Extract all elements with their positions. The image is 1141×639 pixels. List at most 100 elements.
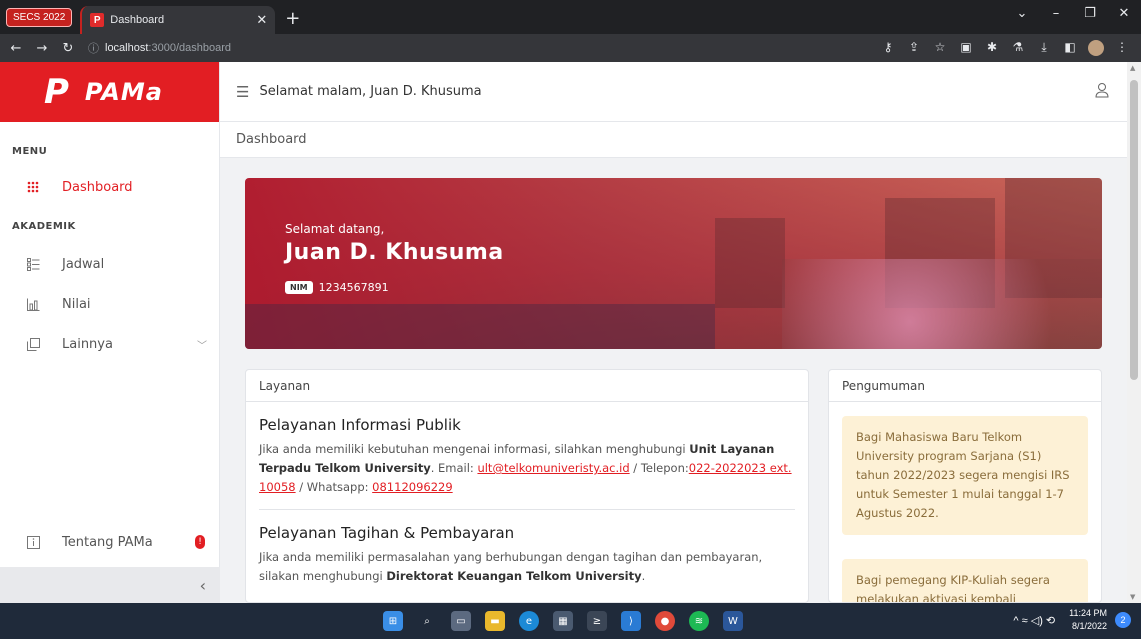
reload-button[interactable]: ↻	[58, 41, 78, 56]
extension-icon[interactable]: ▣	[953, 40, 979, 56]
tab-title: Dashboard	[110, 14, 165, 26]
sidebar-item-dashboard[interactable]: Dashboard	[0, 167, 219, 207]
key-icon[interactable]: ⚷	[875, 40, 901, 56]
forward-button[interactable]: →	[32, 41, 52, 56]
site-info-icon[interactable]: ⓘ	[88, 40, 99, 56]
minimize-button[interactable]: –	[1039, 0, 1073, 26]
sidebar-item-label: Lainnya	[62, 336, 113, 352]
service-item: Pelayanan Informasi Publik Jika anda mem…	[246, 416, 808, 497]
search-icon[interactable]: ⌕	[417, 611, 437, 631]
tab-group-label[interactable]: SECS 2022	[6, 8, 73, 27]
restore-button[interactable]: ❐	[1073, 0, 1107, 26]
edge-icon[interactable]: e	[519, 611, 539, 631]
windows-start-icon[interactable]: ⊞	[383, 611, 403, 631]
nim-badge: NIM	[285, 281, 313, 294]
address-bar-row: ← → ↻ ⓘ localhost :3000/dashboard ⚷ ⇪ ☆ …	[0, 34, 1141, 62]
chevron-left-icon: ‹	[199, 575, 206, 595]
welcome-banner: Selamat datang, Juan D. Khusuma NIM 1234…	[245, 178, 1102, 349]
sidebar-item-label: Nilai	[62, 296, 91, 312]
word-icon[interactable]: W	[723, 611, 743, 631]
sidepanel-icon[interactable]: ◧	[1057, 40, 1083, 56]
task-view-icon[interactable]: ▭	[451, 611, 471, 631]
notification-count-badge[interactable]: 2	[1115, 612, 1131, 628]
close-tab-icon[interactable]: ✕	[256, 12, 267, 28]
scroll-down-icon[interactable]: ▼	[1130, 593, 1135, 601]
file-explorer-icon[interactable]: ▬	[485, 611, 505, 631]
profile-avatar[interactable]	[1088, 40, 1104, 56]
service-item: Pelayanan Tagihan & Pembayaran Jika anda…	[246, 524, 808, 586]
clock[interactable]: 11:24 PM 8/1/2022	[1069, 607, 1107, 633]
divider	[259, 509, 795, 510]
grid-icon	[26, 180, 40, 194]
layanan-card: Layanan Pelayanan Informasi Publik Jika …	[245, 369, 809, 603]
download-icon[interactable]: ⤓	[1031, 40, 1057, 56]
kebab-menu-icon[interactable]: ⋮	[1109, 40, 1135, 56]
copy-icon	[26, 337, 40, 351]
chrome-icon[interactable]: ●	[655, 611, 675, 631]
sidebar-item-nilai[interactable]: Nilai	[0, 284, 219, 324]
windows-taskbar: ⊞ ⌕ ▭ ▬ e ▦ ≥ ⟩ ● ≋ W ^ ≈ ◁) ⟲ 11:24 PM …	[0, 603, 1141, 639]
sidebar-item-label: Dashboard	[62, 179, 133, 195]
back-button[interactable]: ←	[6, 41, 26, 56]
new-tab-button[interactable]: +	[285, 8, 300, 29]
alert-badge: !	[195, 535, 205, 549]
taskbar-apps: ⊞ ⌕ ▭ ▬ e ▦ ≥ ⟩ ● ≋ W	[383, 611, 757, 631]
collapse-sidebar-button[interactable]: ‹	[0, 567, 220, 603]
url-field[interactable]: ⓘ localhost :3000/dashboard	[88, 37, 848, 59]
hamburger-menu-icon[interactable]: ☰	[236, 83, 249, 101]
top-header: ☰ Selamat malam, Juan D. Khusuma	[220, 62, 1127, 122]
sidebar-item-label: Tentang PAMa	[62, 534, 153, 550]
greeting-text: Selamat malam, Juan D. Khusuma	[259, 84, 482, 99]
store-icon[interactable]: ▦	[553, 611, 573, 631]
service-title: Pelayanan Tagihan & Pembayaran	[259, 524, 515, 542]
scroll-up-icon[interactable]: ▲	[1130, 64, 1135, 72]
puzzle-icon[interactable]: ✱	[979, 40, 1005, 56]
sidebar-item-label: Jadwal	[62, 256, 105, 272]
app-logo[interactable]: P PAMa	[0, 62, 219, 122]
sidebar-item-lainnya[interactable]: Lainnya ﹀	[0, 324, 219, 364]
breadcrumb: Dashboard	[220, 122, 1127, 158]
tab-search-icon[interactable]: ⌄	[1005, 0, 1039, 26]
service-description: Jika anda memiliki permasalahan yang ber…	[259, 550, 763, 583]
spotify-icon[interactable]: ≋	[689, 611, 709, 631]
url-path: :3000/dashboard	[148, 42, 231, 54]
announcement-item: Bagi pemegang KIP-Kuliah segera melakuka…	[842, 559, 1088, 602]
page-scrollbar[interactable]: ▲ ▼	[1127, 62, 1141, 603]
user-icon[interactable]	[1095, 82, 1109, 102]
vscode-icon[interactable]: ⟩	[621, 611, 641, 631]
bookmark-star-icon[interactable]: ☆	[927, 40, 953, 56]
terminal-icon[interactable]: ≥	[587, 611, 607, 631]
browser-tab-dashboard[interactable]: P Dashboard ✕	[80, 6, 276, 34]
pama-favicon-icon: P	[90, 13, 105, 27]
nim-row: NIM 1234567891	[285, 281, 389, 294]
chart-icon	[26, 297, 40, 311]
flower-garden-image	[782, 259, 1102, 349]
share-icon[interactable]: ⇪	[901, 40, 927, 56]
time: 11:24 PM	[1069, 608, 1107, 618]
akademik-heading: AKADEMIK	[12, 221, 76, 232]
email-link[interactable]: ult@telkomuniveristy.ac.id	[477, 461, 629, 475]
list-icon	[26, 257, 40, 271]
sidebar: P PAMa MENU Dashboard AKADEMIK Jadwal Ni…	[0, 62, 220, 603]
pengumuman-card: Pengumuman Bagi Mahasiswa Baru Telkom Un…	[828, 369, 1102, 603]
system-tray: ^ ≈ ◁) ⟲ 11:24 PM 8/1/2022 2	[1013, 607, 1131, 633]
sidebar-item-jadwal[interactable]: Jadwal	[0, 244, 219, 284]
tray-icons[interactable]: ^ ≈ ◁) ⟲	[1013, 614, 1055, 627]
sidebar-item-tentang[interactable]: Tentang PAMa !	[0, 522, 219, 562]
service-description: Jika anda memiliki kebutuhan mengenai in…	[259, 442, 792, 494]
date: 8/1/2022	[1071, 621, 1107, 631]
whatsapp-link[interactable]: 08112096229	[372, 480, 452, 494]
info-icon	[26, 535, 40, 549]
flask-icon[interactable]: ⚗	[1005, 40, 1031, 56]
lake-image	[245, 304, 715, 349]
browser-tab-strip: SECS 2022 P Dashboard ✕ + ⌄ – ❐ ✕	[0, 0, 1141, 34]
close-window-button[interactable]: ✕	[1107, 0, 1141, 26]
url-host: localhost	[105, 42, 149, 54]
nim-value: 1234567891	[318, 281, 389, 294]
unit-name: Direktorat Keuangan Telkom University	[386, 569, 642, 583]
extension-toolbar: ⚷ ⇪ ☆ ▣ ✱ ⚗ ⤓ ◧ ⋮	[875, 40, 1135, 56]
chevron-down-icon: ﹀	[197, 340, 207, 352]
card-title: Pengumuman	[829, 370, 1101, 402]
student-name: Juan D. Khusuma	[285, 240, 504, 265]
scrollbar-thumb[interactable]	[1130, 80, 1138, 380]
